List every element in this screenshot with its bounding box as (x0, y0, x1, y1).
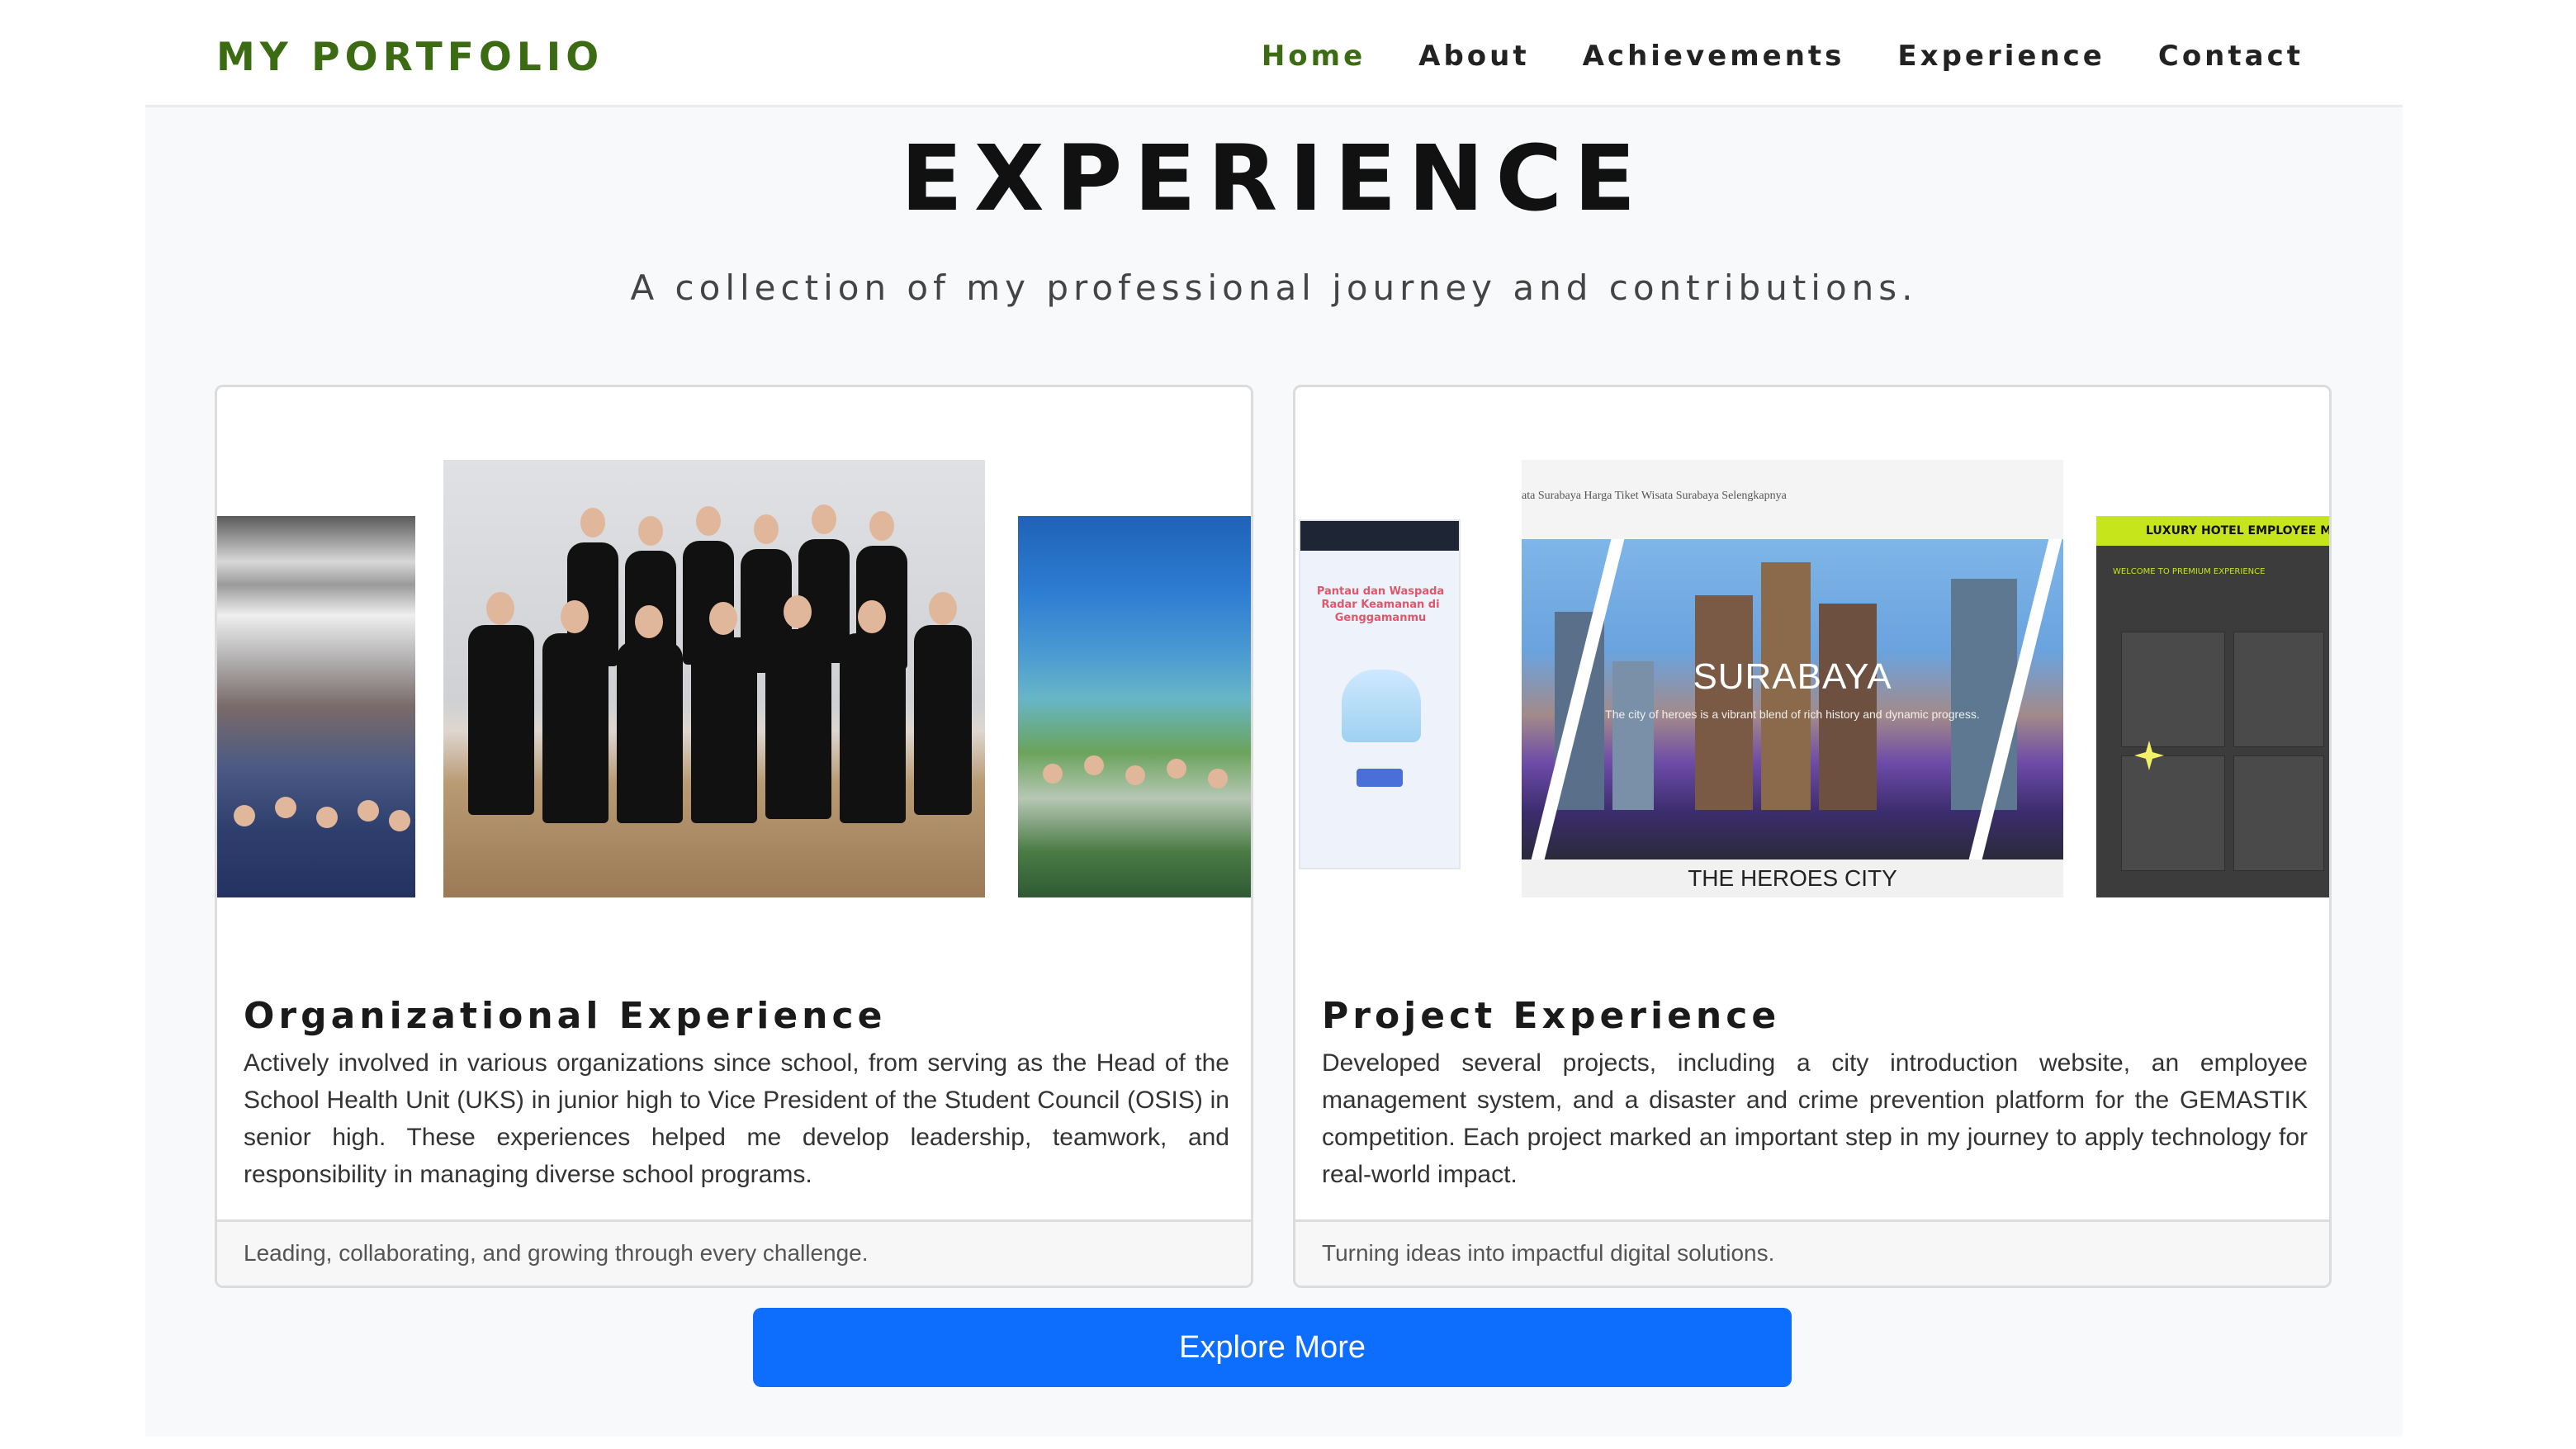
card-title: Organizational Experience (244, 995, 887, 1037)
experience-card-project: Pantau dan Waspada Radar Keamanan di Gen… (1293, 385, 2332, 1288)
experience-card-organizational: Organizational Experience Actively invol… (215, 385, 1253, 1288)
mobile-app-headline: Pantau dan Waspada Radar Keamanan di Gen… (1316, 585, 1445, 624)
nav-link-achievements[interactable]: Achievements (1583, 40, 1845, 73)
nav-link-home[interactable]: Home (1262, 40, 1366, 73)
hotel-dashboard-header: LUXURY HOTEL EMPLOYEE M (2096, 516, 2329, 546)
city-illustration (1342, 670, 1421, 742)
card-footer: Turning ideas into impactful digital sol… (1295, 1219, 2329, 1286)
city-tagline: The city of heroes is a vibrant blend of… (1605, 708, 1980, 721)
event-hall-photo (217, 516, 415, 897)
nav-links: Home About Achievements Experience Conta… (1262, 40, 2304, 73)
nav-link-about[interactable]: About (1418, 40, 1529, 73)
image-carousel[interactable] (217, 387, 1251, 965)
card-title: Project Experience (1322, 995, 1781, 1037)
explore-more-button[interactable]: Explore More (753, 1308, 1792, 1387)
nav-link-contact[interactable]: Contact (2158, 40, 2304, 73)
city-website-screenshot: ata Surabaya Harga Tiket Wisata Surabaya… (1522, 460, 2063, 897)
card-description: Developed several projects, including a … (1322, 1049, 2308, 1188)
mobile-app-screenshot: Pantau dan Waspada Radar Keamanan di Gen… (1299, 519, 1461, 869)
image-carousel[interactable]: Pantau dan Waspada Radar Keamanan di Gen… (1295, 387, 2329, 965)
hotel-dashboard-welcome: WELCOME TO PREMIUM EXPERIENCE (2113, 567, 2266, 576)
brand-logo[interactable]: MY PORTFOLIO (216, 35, 604, 80)
city-caption: THE HEROES CITY (1522, 859, 2063, 897)
school-group-photo (1018, 516, 1251, 897)
mobile-app-header (1300, 521, 1459, 551)
section-subtitle: A collection of my professional journey … (630, 268, 1918, 308)
sparkle-icon (2134, 741, 2164, 770)
nav-link-experience[interactable]: Experience (1897, 40, 2105, 73)
card-footer: Leading, collaborating, and growing thro… (217, 1219, 1251, 1286)
city-name: SURABAYA (1693, 656, 1892, 697)
page: MY PORTFOLIO Home About Achievements Exp… (145, 20, 2403, 1437)
city-website-nav: ata Surabaya Harga Tiket Wisata Surabaya… (1522, 460, 2063, 539)
mobile-app-button (1357, 769, 1403, 787)
organization-group-photo (443, 460, 985, 897)
card-description: Actively involved in various organizatio… (244, 1049, 1229, 1188)
navbar: MY PORTFOLIO Home About Achievements Exp… (145, 20, 2403, 107)
section-title: EXPERIENCE (900, 125, 1648, 231)
hotel-dashboard-screenshot: LUXURY HOTEL EMPLOYEE M WELCOME TO PREMI… (2096, 516, 2329, 897)
